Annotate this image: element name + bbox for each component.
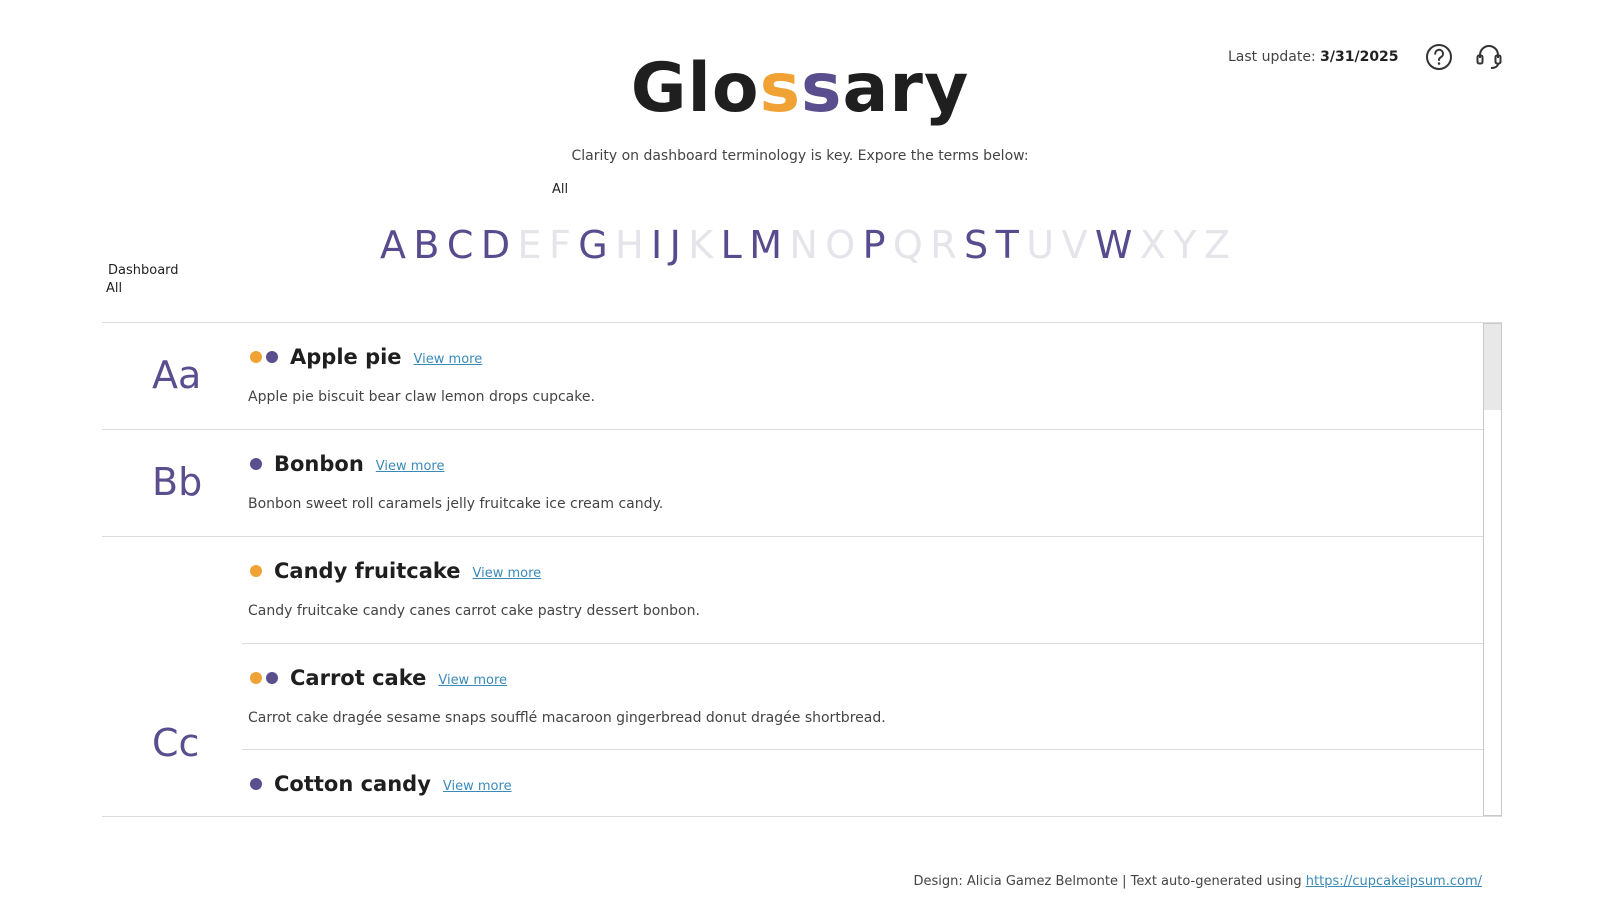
- footer: Design: Alicia Gamez Belmonte | Text aut…: [913, 874, 1482, 889]
- glossary-entry: Bonbon View more Bonbon sweet roll caramel…: [242, 430, 1483, 536]
- view-more-link[interactable]: View more: [443, 779, 512, 794]
- group-letter-column: Bb: [102, 430, 242, 536]
- page-subtitle: Clarity on dashboard terminology is key.…: [571, 148, 1029, 164]
- category-dot-orange: [250, 565, 262, 577]
- alphabet-letter-p[interactable]: P: [863, 226, 886, 264]
- glossary-entry: Candy fruitcake View more Candy fruitcake …: [242, 537, 1483, 643]
- title-accent-orange: s: [759, 49, 802, 128]
- alphabet-letter-j[interactable]: J: [670, 226, 681, 264]
- footer-link[interactable]: https://cupcakeipsum.com/: [1306, 874, 1482, 889]
- alphabet-letter-z: Z: [1203, 223, 1230, 267]
- last-update-value: 3/31/2025: [1320, 49, 1399, 65]
- alphabet-letter-i[interactable]: I: [651, 226, 662, 264]
- alphabet-letter-h: H: [615, 223, 644, 267]
- entry-description: Apple pie biscuit bear claw lemon drops …: [248, 389, 595, 405]
- entry-term: Carrot cake: [290, 666, 427, 690]
- alphabet-letter-e: E: [517, 223, 542, 267]
- alphabet-letter-c[interactable]: C: [447, 226, 474, 264]
- letter-group: Aa Apple pie View more Apple pie biscuit be…: [102, 323, 1502, 429]
- group-entries: Candy fruitcake View more Candy fruitcake …: [242, 537, 1483, 816]
- dashboard-filter[interactable]: Dashboard All: [106, 262, 179, 298]
- entry-description: Carrot cake dragée sesame snaps soufflé …: [248, 710, 886, 726]
- view-more-link[interactable]: View more: [414, 352, 483, 367]
- alphabet-letter-b[interactable]: B: [413, 226, 439, 264]
- alphabet-letter-n: N: [789, 223, 818, 267]
- entry-description: Bonbon sweet roll caramels jelly fruitca…: [248, 496, 664, 512]
- entry-header: Bonbon View more: [250, 452, 444, 476]
- category-dot-orange: [250, 672, 262, 684]
- entry-term: Apple pie: [290, 345, 402, 369]
- alphabet-letter-d[interactable]: D: [481, 226, 510, 264]
- alphabet-letter-v: V: [1061, 223, 1088, 267]
- entry-term: Bonbon: [274, 452, 364, 476]
- title-text-end: ary: [842, 49, 970, 128]
- entry-term: Candy fruitcake: [274, 559, 461, 583]
- alphabet-letter-g[interactable]: G: [578, 226, 607, 264]
- alphabet-letter-k: K: [688, 223, 714, 267]
- dashboard-filter-value[interactable]: All: [106, 280, 179, 298]
- alphabet-letter-l[interactable]: L: [721, 226, 742, 264]
- group-letter-column: Aa: [102, 323, 242, 429]
- category-dot-orange: [250, 351, 262, 363]
- entry-term: Cotton candy: [274, 772, 431, 796]
- entry-header: Candy fruitcake View more: [250, 559, 541, 583]
- help-circle-icon[interactable]: [1424, 42, 1454, 72]
- group-entries: Bonbon View more Bonbon sweet roll caramel…: [242, 430, 1483, 536]
- scrollbar-thumb[interactable]: [1484, 324, 1501, 410]
- letter-group: Bb Bonbon View more Bonbon sweet roll caram…: [102, 429, 1502, 536]
- alphabet-letter-m[interactable]: M: [749, 226, 782, 264]
- alphabet-letter-q: Q: [892, 223, 923, 267]
- alphabet-nav: ABCDEFGHIJKLMNOPQRSTUVWXYZ: [380, 226, 1230, 264]
- letter-group: Cc Candy fruitcake View more Candy fruitcak…: [102, 536, 1502, 816]
- group-entries: Apple pie View more Apple pie biscuit bear…: [242, 323, 1483, 429]
- glossary-entry: Apple pie View more Apple pie biscuit bear…: [242, 323, 1483, 429]
- alphabet-letter-a[interactable]: A: [380, 226, 406, 264]
- category-dot-purple: [266, 351, 278, 363]
- group-letter: Cc: [152, 721, 200, 765]
- headset-icon[interactable]: [1474, 42, 1504, 72]
- title-accent-purple: s: [801, 49, 843, 128]
- alphabet-letter-w[interactable]: W: [1095, 226, 1133, 264]
- last-update: Last update: 3/31/2025: [1228, 49, 1399, 65]
- category-dot-purple: [250, 458, 262, 470]
- view-more-link[interactable]: View more: [473, 566, 542, 581]
- category-dot-purple: [266, 672, 278, 684]
- dashboard-filter-label: Dashboard: [108, 263, 179, 278]
- alphabet-letter-u: U: [1026, 223, 1055, 267]
- glossary-entry: Cotton candy View more: [242, 749, 1483, 816]
- view-more-link[interactable]: View more: [438, 673, 507, 688]
- filter-all-toggle[interactable]: All: [552, 182, 568, 197]
- category-dot-purple: [250, 778, 262, 790]
- group-letter: Bb: [152, 460, 203, 504]
- entry-header: Cotton candy View more: [250, 772, 512, 796]
- alphabet-letter-f: F: [548, 223, 571, 267]
- group-letter-column: Cc: [102, 537, 242, 816]
- entry-header: Apple pie View more: [250, 345, 482, 369]
- entry-header: Carrot cake View more: [250, 666, 507, 690]
- alphabet-letter-s[interactable]: S: [964, 226, 988, 264]
- glossary-list: Aa Apple pie View more Apple pie biscuit be…: [102, 322, 1502, 817]
- last-update-label: Last update:: [1228, 49, 1316, 65]
- alphabet-letter-r: R: [930, 223, 957, 267]
- glossary-entry: Carrot cake View more Carrot cake dragée s…: [242, 643, 1483, 749]
- group-letter: Aa: [152, 353, 202, 397]
- alphabet-letter-x: X: [1139, 223, 1166, 267]
- title-text-start: Glo: [630, 49, 760, 128]
- entry-description: Candy fruitcake candy canes carrot cake …: [248, 603, 700, 619]
- alphabet-letter-y: Y: [1173, 223, 1197, 267]
- scrollbar[interactable]: [1483, 323, 1502, 816]
- footer-text: Design: Alicia Gamez Belmonte | Text aut…: [913, 874, 1306, 889]
- alphabet-letter-o: O: [825, 223, 856, 267]
- alphabet-letter-t[interactable]: T: [996, 226, 1019, 264]
- view-more-link[interactable]: View more: [376, 459, 445, 474]
